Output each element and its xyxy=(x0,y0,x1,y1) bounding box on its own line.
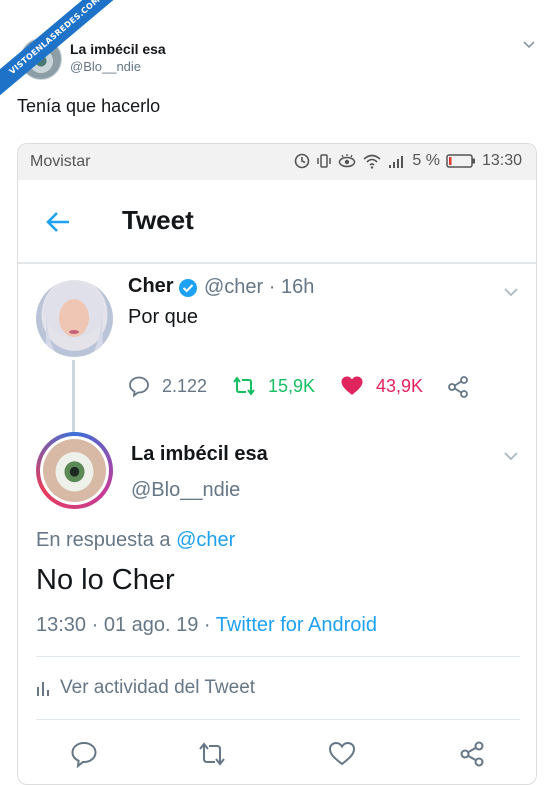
reply-icon[interactable] xyxy=(70,740,98,768)
share-button[interactable] xyxy=(446,375,482,399)
chevron-down-icon[interactable] xyxy=(503,448,519,464)
page-title: Tweet xyxy=(122,205,194,235)
clock-time: 13:30 xyxy=(481,152,522,169)
thread-line xyxy=(72,360,75,434)
status-bar: Movistar 5 % 13:30 xyxy=(18,144,536,180)
reply-icon xyxy=(129,376,149,397)
reply-button[interactable]: 2.122 xyxy=(128,375,207,397)
like-button[interactable]: 43,9K xyxy=(340,375,423,397)
main-tweet-text: No lo Cher xyxy=(36,564,175,596)
heart-icon[interactable] xyxy=(328,740,356,768)
watermark-text: VISTOENLASREDES.COM xyxy=(0,0,130,105)
reply-prefix: En respuesta a xyxy=(36,529,171,551)
share-icon xyxy=(448,376,468,398)
tweet-timestamp: 13:30 · 01 ago. 19 · xyxy=(36,614,211,636)
outer-tweet-card: VISTOENLASREDES.COM La imbécil esa @Blo_… xyxy=(0,0,549,785)
status-icons: 5 % 13:30 xyxy=(294,152,522,170)
phone-screenshot: Movistar 5 % 13:30 Tweet Cher @cher · 16… xyxy=(17,143,537,785)
parent-author-name[interactable]: Cher xyxy=(128,275,174,298)
parent-handle-time[interactable]: @cher · 16h xyxy=(204,276,314,299)
wifi-icon xyxy=(363,154,381,169)
main-author-name[interactable]: La imbécil esa xyxy=(131,443,268,466)
retweet-icon[interactable] xyxy=(198,740,226,768)
activity-label: Ver actividad del Tweet xyxy=(60,677,256,698)
retweet-count: 15,9K xyxy=(268,375,316,396)
avatar[interactable] xyxy=(36,432,113,509)
avatar[interactable] xyxy=(36,280,113,357)
bottom-action-bar xyxy=(18,740,536,770)
chevron-down-icon[interactable] xyxy=(503,284,519,300)
divider xyxy=(36,719,520,720)
retweet-icon xyxy=(233,376,255,396)
bar-chart-icon xyxy=(37,682,49,696)
share-icon[interactable] xyxy=(458,740,486,768)
carrier-label: Movistar xyxy=(30,153,91,170)
reply-count: 2.122 xyxy=(162,375,208,396)
battery-icon xyxy=(446,154,475,168)
eye-avatar-image xyxy=(43,439,106,502)
vibrate-icon xyxy=(317,154,332,168)
reply-to-link[interactable]: @cher xyxy=(176,529,235,551)
alarm-icon xyxy=(295,153,310,169)
retweet-button[interactable]: 15,9K xyxy=(232,375,315,397)
avatar-ring-inner xyxy=(40,436,109,505)
client-link[interactable]: Twitter for Android xyxy=(216,614,377,636)
tweet-activity-button[interactable]: Ver actividad del Tweet xyxy=(36,677,255,699)
app-bar: Tweet xyxy=(18,180,536,264)
verified-badge-icon xyxy=(179,279,197,297)
like-count: 43,9K xyxy=(376,375,424,396)
battery-percent: 5 % xyxy=(412,152,440,169)
signal-icon xyxy=(389,156,404,168)
divider xyxy=(36,656,520,657)
chevron-down-icon[interactable] xyxy=(522,38,536,52)
main-author-handle[interactable]: @Blo__ndie xyxy=(131,479,240,502)
parent-tweet-text: Por que xyxy=(128,306,199,328)
watermark-ribbon: VISTOENLASREDES.COM xyxy=(0,0,130,130)
tweet-meta: 13:30 · 01 ago. 19 · Twitter for Android xyxy=(36,614,377,637)
cher-avatar-image xyxy=(44,282,104,357)
heart-filled-icon xyxy=(341,376,363,395)
eye-icon xyxy=(339,154,356,168)
reply-context: En respuesta a @cher xyxy=(36,529,235,552)
back-arrow-icon[interactable] xyxy=(44,208,72,236)
